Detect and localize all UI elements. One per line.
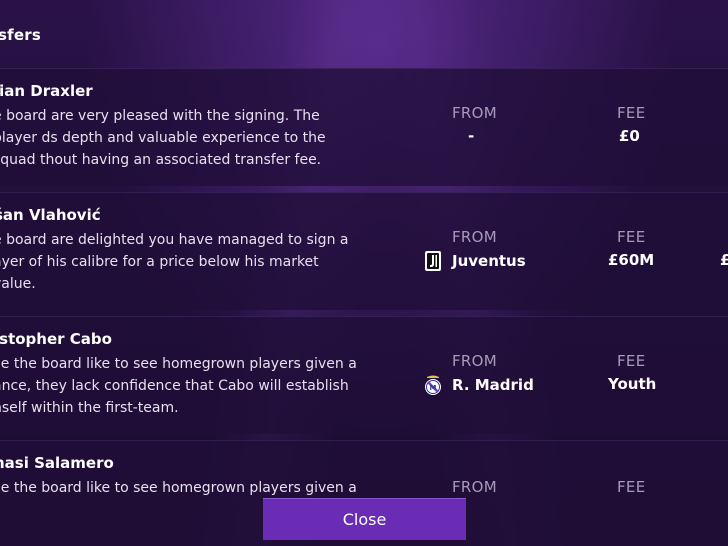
transfer-row: šan Vlahović e board are delighted you h… xyxy=(0,192,728,310)
board-comment: e board are delighted you have managed t… xyxy=(0,232,349,292)
real-madrid-crest-icon: M xyxy=(424,374,442,396)
transfer-row: istopher Cabo ile the board like to see … xyxy=(0,316,728,434)
fee-label: FEE xyxy=(617,478,646,496)
player-name[interactable]: istopher Cabo xyxy=(0,330,112,348)
from-label: FROM xyxy=(452,352,497,370)
juventus-crest-icon xyxy=(424,250,442,272)
truncated-value: £ xyxy=(720,251,728,269)
board-comment: ile the board like to see homegrown play… xyxy=(0,356,357,416)
from-club[interactable]: Juventus xyxy=(424,250,526,272)
player-name[interactable]: lian Draxler xyxy=(0,82,93,100)
transfers-dialog: sfers lian Draxler e board are very plea… xyxy=(0,0,728,546)
section-title: sfers xyxy=(0,26,41,44)
svg-text:M: M xyxy=(430,384,437,392)
fee-label: FEE xyxy=(617,228,646,246)
from-club[interactable]: M R. Madrid xyxy=(424,374,534,396)
player-name[interactable]: šan Vlahović xyxy=(0,206,101,224)
fee-value: Youth xyxy=(608,375,657,393)
board-comment: ile the board like to see homegrown play… xyxy=(0,480,357,496)
from-label: FROM xyxy=(452,228,497,246)
transfer-row: lian Draxler e board are very pleased wi… xyxy=(0,68,728,186)
fee-value: £60M xyxy=(608,251,655,269)
from-label: FROM xyxy=(452,104,497,122)
close-button[interactable]: Close xyxy=(263,498,466,540)
fee-label: FEE xyxy=(617,104,646,122)
player-name[interactable]: nasi Salamero xyxy=(0,454,114,472)
from-label: FROM xyxy=(452,478,497,496)
club-name: R. Madrid xyxy=(452,376,534,394)
club-name: Juventus xyxy=(452,252,526,270)
board-comment: e board are very pleased with the signin… xyxy=(0,108,326,168)
fee-label: FEE xyxy=(617,352,646,370)
fee-value: £0 xyxy=(619,127,640,145)
from-value: - xyxy=(468,127,475,145)
